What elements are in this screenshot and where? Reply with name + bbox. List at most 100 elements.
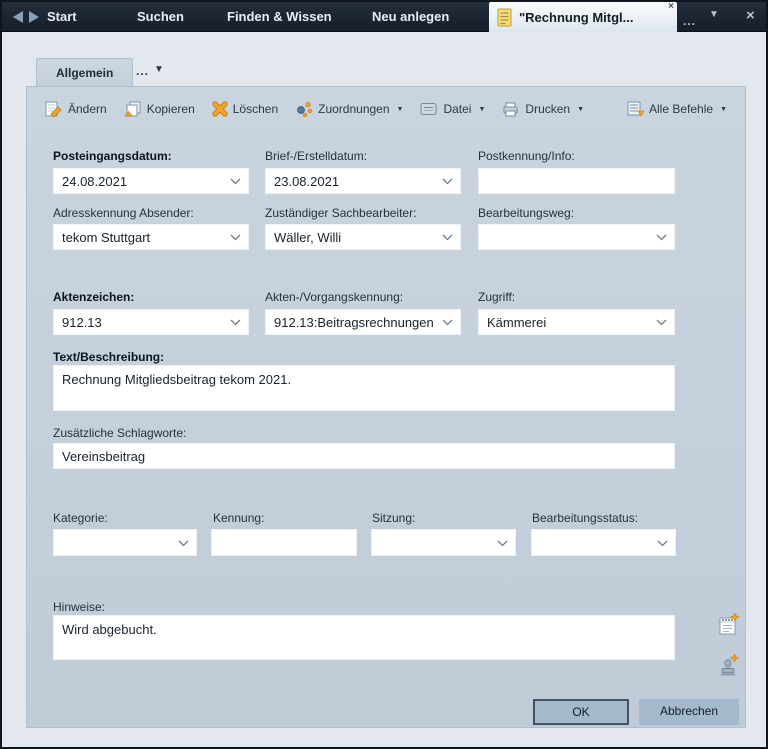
datei-button[interactable]: Datei ▼ [420, 102, 485, 116]
loeschen-button[interactable]: Löschen [212, 101, 278, 117]
kopieren-label: Kopieren [147, 102, 195, 116]
zugriff-input[interactable] [479, 310, 674, 334]
schlagworte-label: Zusätzliche Schlagworte: [53, 426, 186, 440]
sitzung-combobox[interactable] [371, 529, 516, 556]
bearbeitungsstatus-input[interactable] [532, 530, 675, 555]
sitzung-label: Sitzung: [372, 511, 415, 525]
adresskennung-label: Adresskennung Absender: [53, 206, 194, 220]
vorgangskennung-combobox[interactable] [265, 309, 461, 335]
alle-befehle-dropdown-icon: ▼ [720, 106, 727, 113]
text-beschreibung-textarea[interactable]: Rechnung Mitgliedsbeitrag tekom 2021. [53, 365, 675, 411]
tab-list-dropdown-icon[interactable]: ▼ [709, 9, 719, 20]
drucken-label: Drucken [525, 102, 570, 116]
tab-suchen[interactable]: Suchen [137, 2, 184, 32]
drucken-button[interactable]: Drucken ▼ [502, 102, 584, 117]
zuordnungen-dropdown-icon: ▼ [397, 106, 404, 113]
brief-erstelldatum-input[interactable] [266, 169, 460, 193]
form-panel: Ändern Kopieren Löschen [26, 86, 746, 728]
kopieren-button[interactable]: Kopieren [124, 101, 195, 117]
document-tab-close-icon[interactable]: × [668, 2, 674, 12]
text-beschreibung-label: Text/Beschreibung: [53, 350, 164, 364]
kennung-field[interactable] [211, 529, 357, 556]
delete-x-icon [212, 101, 228, 117]
chevron-down-icon [442, 319, 453, 326]
new-note-icon[interactable] [719, 613, 740, 636]
tab-finden-wissen[interactable]: Finden & Wissen [227, 2, 332, 32]
drucken-dropdown-icon: ▼ [577, 106, 584, 113]
navigate-forward-icon[interactable] [27, 10, 41, 24]
new-stamp-icon[interactable] [719, 653, 740, 676]
zuordnungen-label: Zuordnungen [318, 102, 389, 116]
schlagworte-input[interactable] [54, 444, 674, 468]
kennung-label: Kennung: [213, 511, 264, 525]
vorgangskennung-input[interactable] [266, 310, 460, 334]
window-close-icon[interactable]: × [746, 7, 755, 24]
application-window: Start Suchen Finden & Wissen Neu anlegen… [0, 0, 768, 749]
bearbeitungsstatus-label: Bearbeitungsstatus: [532, 511, 638, 525]
navigate-back-icon[interactable] [11, 10, 25, 24]
kategorie-label: Kategorie: [53, 511, 108, 525]
copy-icon [124, 101, 142, 117]
bearbeitungsweg-label: Bearbeitungsweg: [478, 206, 574, 220]
brief-erstelldatum-combobox[interactable] [265, 168, 461, 194]
alle-befehle-label: Alle Befehle [649, 102, 713, 116]
zugriff-combobox[interactable] [478, 309, 675, 335]
aktenzeichen-label: Aktenzeichen: [53, 290, 134, 304]
vorgangskennung-label: Akten-/Vorgangskennung: [265, 290, 403, 304]
brief-erstelldatum-label: Brief-/Erstelldatum: [265, 149, 367, 163]
adresskennung-combobox[interactable] [53, 224, 249, 250]
chevron-down-icon [656, 234, 667, 241]
alle-befehle-button[interactable]: Alle Befehle ▼ [627, 101, 727, 117]
hinweise-label: Hinweise: [53, 600, 105, 614]
tab-start[interactable]: Start [47, 2, 77, 32]
sachbearbeiter-combobox[interactable] [265, 224, 461, 250]
sitzung-input[interactable] [372, 530, 515, 555]
abbrechen-button[interactable]: Abbrechen [639, 699, 739, 725]
hinweise-textarea[interactable]: Wird abgebucht. [53, 615, 675, 660]
assignments-dots-icon [295, 101, 313, 117]
tab-overflow-indicator[interactable]: ... [683, 14, 696, 28]
chevron-down-icon [656, 319, 667, 326]
bearbeitungsstatus-combobox[interactable] [531, 529, 676, 556]
postkennung-input[interactable] [479, 169, 674, 193]
chevron-down-icon [230, 178, 241, 185]
top-tab-bar: Start Suchen Finden & Wissen Neu anlegen… [2, 2, 766, 32]
kategorie-input[interactable] [54, 530, 196, 555]
bearbeitungsweg-input[interactable] [479, 225, 674, 249]
bearbeitungsweg-combobox[interactable] [478, 224, 675, 250]
chevron-down-icon [230, 234, 241, 241]
posteingangsdatum-input[interactable] [54, 169, 248, 193]
ok-button[interactable]: OK [533, 699, 629, 725]
chevron-down-icon [657, 540, 668, 547]
kennung-input[interactable] [212, 530, 356, 555]
aktenzeichen-combobox[interactable] [53, 309, 249, 335]
posteingangsdatum-combobox[interactable] [53, 168, 249, 194]
all-commands-icon [627, 101, 644, 117]
toolbar: Ändern Kopieren Löschen [45, 93, 727, 125]
tab-neu-anlegen[interactable]: Neu anlegen [372, 2, 449, 32]
chevron-down-icon [178, 540, 189, 547]
tab-allgemein[interactable]: Allgemein [36, 58, 133, 87]
zugriff-label: Zugriff: [478, 290, 515, 304]
panel-tab-overflow[interactable]: ... [136, 64, 149, 78]
datei-dropdown-icon: ▼ [478, 106, 485, 113]
document-tab-title: "Rechnung Mitgl... [519, 10, 634, 25]
file-icon [420, 102, 438, 116]
edit-icon [45, 101, 63, 117]
aendern-button[interactable]: Ändern [45, 101, 107, 117]
chevron-down-icon [442, 234, 453, 241]
chevron-down-icon [230, 319, 241, 326]
aktenzeichen-input[interactable] [54, 310, 248, 334]
panel-tab-dropdown-icon[interactable]: ▼ [154, 64, 164, 75]
posteingangsdatum-label: Posteingangsdatum: [53, 149, 172, 163]
datei-label: Datei [443, 102, 471, 116]
aendern-label: Ändern [68, 102, 107, 116]
postkennung-label: Postkennung/Info: [478, 149, 575, 163]
kategorie-combobox[interactable] [53, 529, 197, 556]
schlagworte-field[interactable] [53, 443, 675, 469]
sachbearbeiter-input[interactable] [266, 225, 460, 249]
tab-document-active[interactable]: "Rechnung Mitgl... × [489, 2, 677, 32]
adresskennung-input[interactable] [54, 225, 248, 249]
zuordnungen-button[interactable]: Zuordnungen ▼ [295, 101, 403, 117]
postkennung-field[interactable] [478, 168, 675, 194]
